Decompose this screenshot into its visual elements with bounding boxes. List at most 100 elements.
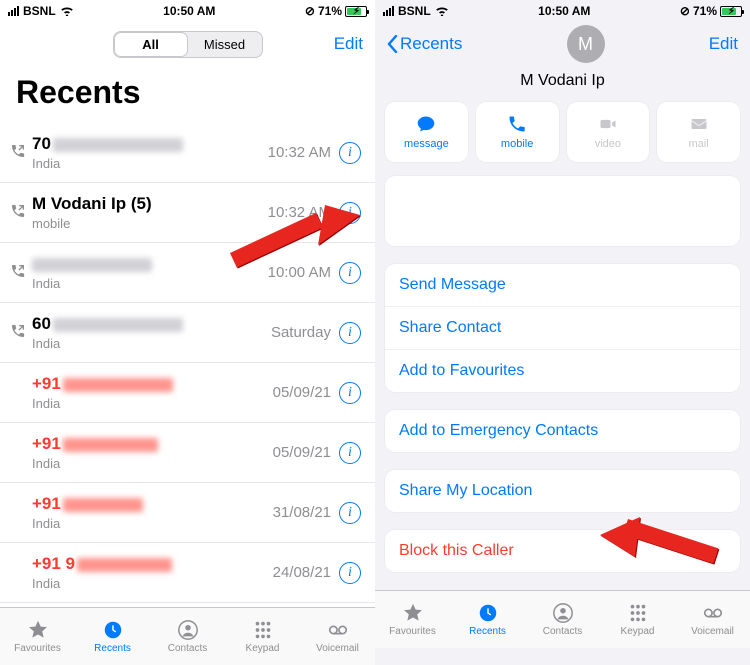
cell-block-this-caller[interactable]: Block this Caller	[385, 530, 740, 572]
segment-all[interactable]: All	[114, 32, 188, 57]
battery-icon: ⚡︎	[345, 6, 367, 17]
call-time: 10:00 AM	[268, 264, 331, 281]
call-time: 10:32 AM	[268, 144, 331, 161]
cell-send-message[interactable]: Send Message	[385, 264, 740, 307]
avatar[interactable]: M	[567, 25, 605, 63]
battery-icon: ⚡︎	[720, 6, 742, 17]
tab-bar: Favourites Recents Contacts Keypad Voice…	[0, 607, 375, 665]
info-button[interactable]: i	[339, 262, 361, 284]
recents-screen: BSNL 10:50 AM ⊘ 71% ⚡︎ All Missed Edit R…	[0, 0, 375, 665]
action-video: video	[567, 102, 650, 162]
info-button[interactable]: i	[339, 382, 361, 404]
phone-icon	[506, 114, 528, 134]
wifi-icon	[435, 4, 449, 19]
info-button[interactable]: i	[339, 142, 361, 164]
tab-contacts[interactable]: Contacts	[525, 591, 600, 648]
caller-sublabel: India	[32, 396, 273, 411]
cell-add-to-favourites[interactable]: Add to Favourites	[385, 350, 740, 392]
orientation-lock-icon: ⊘	[305, 4, 315, 18]
clock-icon	[476, 602, 500, 624]
call-row[interactable]: 70 India10:32 AM i	[0, 123, 375, 183]
signal-icon	[8, 6, 19, 16]
clock-icon	[101, 619, 125, 641]
caller-name: +91	[32, 434, 273, 454]
call-time: 24/08/21	[273, 564, 331, 581]
call-row[interactable]: India10:00 AMi	[0, 243, 375, 303]
outgoing-icon	[10, 323, 32, 343]
battery-percent: 71%	[693, 4, 717, 18]
chevron-left-icon	[387, 35, 398, 53]
voicemail-icon	[701, 602, 725, 624]
status-bar: BSNL 10:50 AM ⊘ 71% ⚡︎	[375, 0, 750, 22]
page-title: Recents	[0, 66, 375, 123]
tab-bar: Favourites Recents Contacts Keypad Voice…	[375, 590, 750, 648]
call-row[interactable]: +91India05/09/21i	[0, 363, 375, 423]
caller-name: +91	[32, 374, 273, 394]
call-row[interactable]: +91 India05/09/21 i	[0, 423, 375, 483]
actions-group-2: Add to Emergency Contacts	[385, 410, 740, 452]
carrier-label: BSNL	[23, 4, 56, 18]
edit-button[interactable]: Edit	[323, 34, 363, 54]
tab-voicemail[interactable]: Voicemail	[675, 591, 750, 648]
number-card[interactable]	[385, 176, 740, 246]
carrier-label: BSNL	[398, 4, 431, 18]
tab-keypad[interactable]: Keypad	[225, 608, 300, 665]
call-time: 31/08/21	[273, 504, 331, 521]
call-time: Saturday	[271, 324, 331, 341]
tab-recents[interactable]: Recents	[450, 591, 525, 648]
caller-name: +91	[32, 494, 273, 514]
tab-favourites[interactable]: Favourites	[375, 591, 450, 648]
actions-group-1: Send MessageShare ContactAdd to Favourit…	[385, 264, 740, 392]
contact-detail-screen: BSNL 10:50 AM ⊘ 71% ⚡︎ Recents M Edit M …	[375, 0, 750, 665]
call-row[interactable]: +91 India31/08/21 i	[0, 483, 375, 543]
call-row[interactable]: M Vodani Ip (5) mobile10:32 AM i	[0, 183, 375, 243]
call-time: 10:32 AM	[268, 204, 331, 221]
wifi-icon	[60, 4, 74, 19]
action-mobile[interactable]: mobile	[476, 102, 559, 162]
recents-list[interactable]: 70India10:32 AMiM Vodani Ip (5)mobile10:…	[0, 123, 375, 607]
keypad-icon	[251, 619, 275, 641]
info-button[interactable]: i	[339, 322, 361, 344]
status-bar: BSNL 10:50 AM ⊘ 71% ⚡︎	[0, 0, 375, 22]
message-icon	[415, 114, 437, 134]
info-button[interactable]: i	[339, 562, 361, 584]
cell-share-contact[interactable]: Share Contact	[385, 307, 740, 350]
outgoing-icon	[10, 143, 32, 163]
tab-contacts[interactable]: Contacts	[150, 608, 225, 665]
cell-add-to-emergency-contacts[interactable]: Add to Emergency Contacts	[385, 410, 740, 452]
caller-name: M Vodani Ip (5)	[32, 194, 268, 214]
tab-voicemail[interactable]: Voicemail	[300, 608, 375, 665]
caller-name: 70	[32, 134, 268, 154]
battery-percent: 71%	[318, 4, 342, 18]
status-time: 10:50 AM	[74, 4, 305, 18]
info-button[interactable]: i	[339, 502, 361, 524]
tab-recents[interactable]: Recents	[75, 608, 150, 665]
actions-group-3: Share My Location	[385, 470, 740, 512]
star-icon	[26, 619, 50, 641]
call-row[interactable]: +91 9India24/08/21i	[0, 543, 375, 603]
info-button[interactable]: i	[339, 442, 361, 464]
voicemail-icon	[326, 619, 350, 641]
nav-bar: Recents M Edit	[375, 22, 750, 66]
info-button[interactable]: i	[339, 202, 361, 224]
caller-sublabel: mobile	[32, 216, 268, 231]
caller-sublabel: India	[32, 156, 268, 171]
action-mail: mail	[657, 102, 740, 162]
cell-share-my-location[interactable]: Share My Location	[385, 470, 740, 512]
call-row[interactable]: 60IndiaSaturdayi	[0, 303, 375, 363]
filter-segmented-control[interactable]: All Missed	[113, 31, 263, 58]
outgoing-icon	[10, 203, 32, 223]
back-button[interactable]: Recents	[387, 34, 462, 54]
tab-keypad[interactable]: Keypad	[600, 591, 675, 648]
call-time: 05/09/21	[273, 444, 331, 461]
signal-icon	[383, 6, 394, 16]
tab-favourites[interactable]: Favourites	[0, 608, 75, 665]
edit-button[interactable]: Edit	[709, 34, 738, 54]
caller-sublabel: India	[32, 516, 273, 531]
caller-sublabel: India	[32, 336, 271, 351]
outgoing-icon	[10, 263, 32, 283]
nav-bar: All Missed Edit	[0, 22, 375, 66]
segment-missed[interactable]: Missed	[188, 32, 262, 57]
action-message[interactable]: message	[385, 102, 468, 162]
caller-sublabel: India	[32, 456, 273, 471]
